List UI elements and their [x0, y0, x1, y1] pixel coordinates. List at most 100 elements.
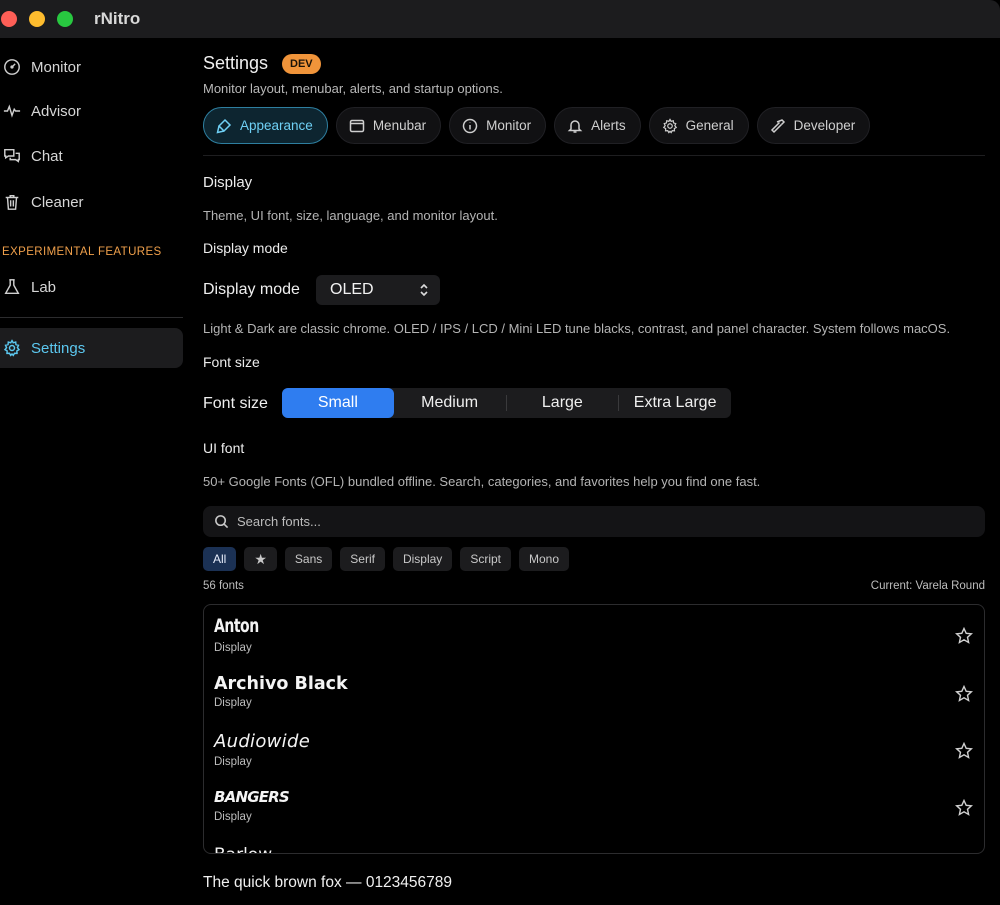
- display-heading: Display: [203, 174, 253, 191]
- font-size-option-small[interactable]: Small: [282, 388, 394, 418]
- bell-icon: [567, 119, 583, 133]
- tab-label: Menubar: [372, 118, 427, 133]
- tab-appearance[interactable]: Appearance: [203, 107, 328, 144]
- ui-font-heading: UI font: [203, 440, 245, 456]
- window-icon: [349, 119, 365, 132]
- sidebar: Monitor Advisor Chat Cleaner EXPERIMENTA…: [0, 38, 190, 905]
- chevron-up-down-icon: [418, 282, 430, 298]
- sidebar-item-cleaner[interactable]: Cleaner: [0, 182, 183, 222]
- display-mode-select[interactable]: OLED: [316, 275, 440, 305]
- font-category: Display: [214, 756, 252, 768]
- font-list-item[interactable]: BANGERS Display: [204, 788, 984, 844]
- sidebar-item-label: Monitor: [31, 58, 82, 76]
- tab-label: Developer: [793, 118, 856, 133]
- trash-icon: [1, 191, 23, 213]
- font-name: Barlow: [214, 845, 272, 853]
- font-size-segmented-control: Small Medium Large Extra Large: [282, 388, 731, 418]
- sidebar-item-monitor[interactable]: Monitor: [0, 47, 183, 87]
- sidebar-item-settings[interactable]: Settings: [0, 328, 183, 368]
- settings-main: Settings DEV Monitor layout, menubar, al…: [203, 38, 993, 905]
- tab-general[interactable]: General: [648, 107, 749, 144]
- sidebar-item-label: Settings: [31, 339, 86, 357]
- settings-tabs: Appearance Menubar Monitor Alerts Genera…: [203, 107, 871, 145]
- font-size-option-large[interactable]: Large: [507, 388, 619, 418]
- experimental-features-label: EXPERIMENTAL FEATURES: [2, 246, 162, 258]
- sidebar-item-label: Chat: [31, 147, 63, 165]
- display-mode-value: OLED: [330, 281, 374, 298]
- page-subtitle: Monitor layout, menubar, alerts, and sta…: [203, 81, 503, 96]
- favorite-star-icon[interactable]: [954, 626, 974, 645]
- page-title: Settings: [203, 53, 269, 73]
- tab-menubar[interactable]: Menubar: [335, 107, 442, 144]
- font-preview-text: The quick brown fox — 0123456789: [203, 874, 453, 891]
- display-mode-heading: Display mode: [203, 240, 288, 256]
- font-name: Archivo Black: [214, 674, 348, 694]
- sidebar-item-label: Advisor: [31, 102, 82, 120]
- font-size-label: Font size: [203, 395, 268, 412]
- font-name: BANGERS: [214, 788, 290, 806]
- zoom-window-button[interactable]: [57, 11, 73, 27]
- font-size-option-extra-large[interactable]: Extra Large: [619, 388, 731, 418]
- filter-sans[interactable]: Sans: [284, 547, 333, 571]
- font-category-filters: All ★ Sans Serif Display Script Mono: [203, 547, 570, 571]
- font-list-item[interactable]: Anton Display: [204, 615, 984, 671]
- tab-developer[interactable]: Developer: [756, 107, 871, 144]
- font-count: 56 fonts: [203, 580, 244, 592]
- font-list-item[interactable]: Archivo Black Display: [204, 674, 984, 730]
- search-icon: [215, 515, 229, 529]
- hammer-icon: [770, 118, 785, 133]
- filter-display[interactable]: Display: [392, 547, 453, 571]
- info-icon: [462, 118, 478, 133]
- sidebar-item-chat[interactable]: Chat: [0, 136, 183, 176]
- filter-all[interactable]: All: [203, 547, 237, 571]
- flask-icon: [1, 276, 23, 298]
- font-search-input[interactable]: [237, 514, 937, 529]
- current-font: Current: Varela Round: [870, 580, 985, 592]
- font-search-bar[interactable]: [203, 506, 985, 537]
- font-list[interactable]: Anton Display Archivo Black Display Audi…: [203, 604, 985, 854]
- gear-icon: [662, 117, 677, 134]
- sidebar-item-lab[interactable]: Lab: [0, 267, 183, 307]
- ui-font-description: 50+ Google Fonts (OFL) bundled offline. …: [203, 474, 761, 489]
- display-description: Theme, UI font, size, language, and moni…: [203, 208, 498, 223]
- gauge-icon: [1, 56, 23, 78]
- window-title: rNitro: [94, 9, 141, 28]
- sidebar-divider: [0, 317, 183, 318]
- sidebar-item-label: Lab: [31, 278, 57, 296]
- filter-mono[interactable]: Mono: [519, 547, 570, 571]
- minimize-window-button[interactable]: [29, 11, 45, 27]
- tab-label: General: [685, 118, 734, 133]
- tab-label: Alerts: [591, 118, 626, 133]
- dev-badge: DEV: [282, 54, 321, 74]
- filter-serif[interactable]: Serif: [340, 547, 385, 571]
- font-list-item[interactable]: Audiowide Display: [204, 731, 984, 787]
- tabs-divider: [203, 155, 985, 156]
- sidebar-item-label: Cleaner: [31, 193, 84, 211]
- font-size-heading: Font size: [203, 354, 260, 370]
- display-mode-description: Light & Dark are classic chrome. OLED / …: [203, 321, 951, 336]
- tab-label: Appearance: [240, 118, 313, 133]
- tab-label: Monitor: [486, 118, 532, 133]
- favorite-star-icon[interactable]: [954, 684, 974, 703]
- font-list-item[interactable]: Barlow: [204, 845, 984, 853]
- font-size-option-medium[interactable]: Medium: [394, 388, 506, 418]
- titlebar: rNitro: [0, 0, 1000, 38]
- display-mode-label: Display mode: [203, 281, 300, 298]
- pulse-icon: [1, 100, 23, 122]
- favorite-star-icon[interactable]: [954, 798, 974, 817]
- close-window-button[interactable]: [1, 11, 17, 27]
- font-name: Anton: [214, 615, 259, 637]
- brush-icon: [216, 118, 232, 134]
- favorite-star-icon[interactable]: [954, 741, 974, 760]
- font-category: Display: [214, 697, 252, 709]
- filter-favorites-star-icon[interactable]: ★: [244, 547, 277, 571]
- font-category: Display: [214, 642, 252, 654]
- chat-bubbles-icon: [1, 145, 23, 167]
- tab-alerts[interactable]: Alerts: [554, 107, 641, 144]
- font-name: Audiowide: [214, 731, 311, 752]
- filter-script[interactable]: Script: [460, 547, 511, 571]
- sidebar-item-advisor[interactable]: Advisor: [0, 91, 183, 131]
- gear-icon: [1, 337, 23, 359]
- font-category: Display: [214, 811, 252, 823]
- tab-monitor[interactable]: Monitor: [449, 107, 547, 144]
